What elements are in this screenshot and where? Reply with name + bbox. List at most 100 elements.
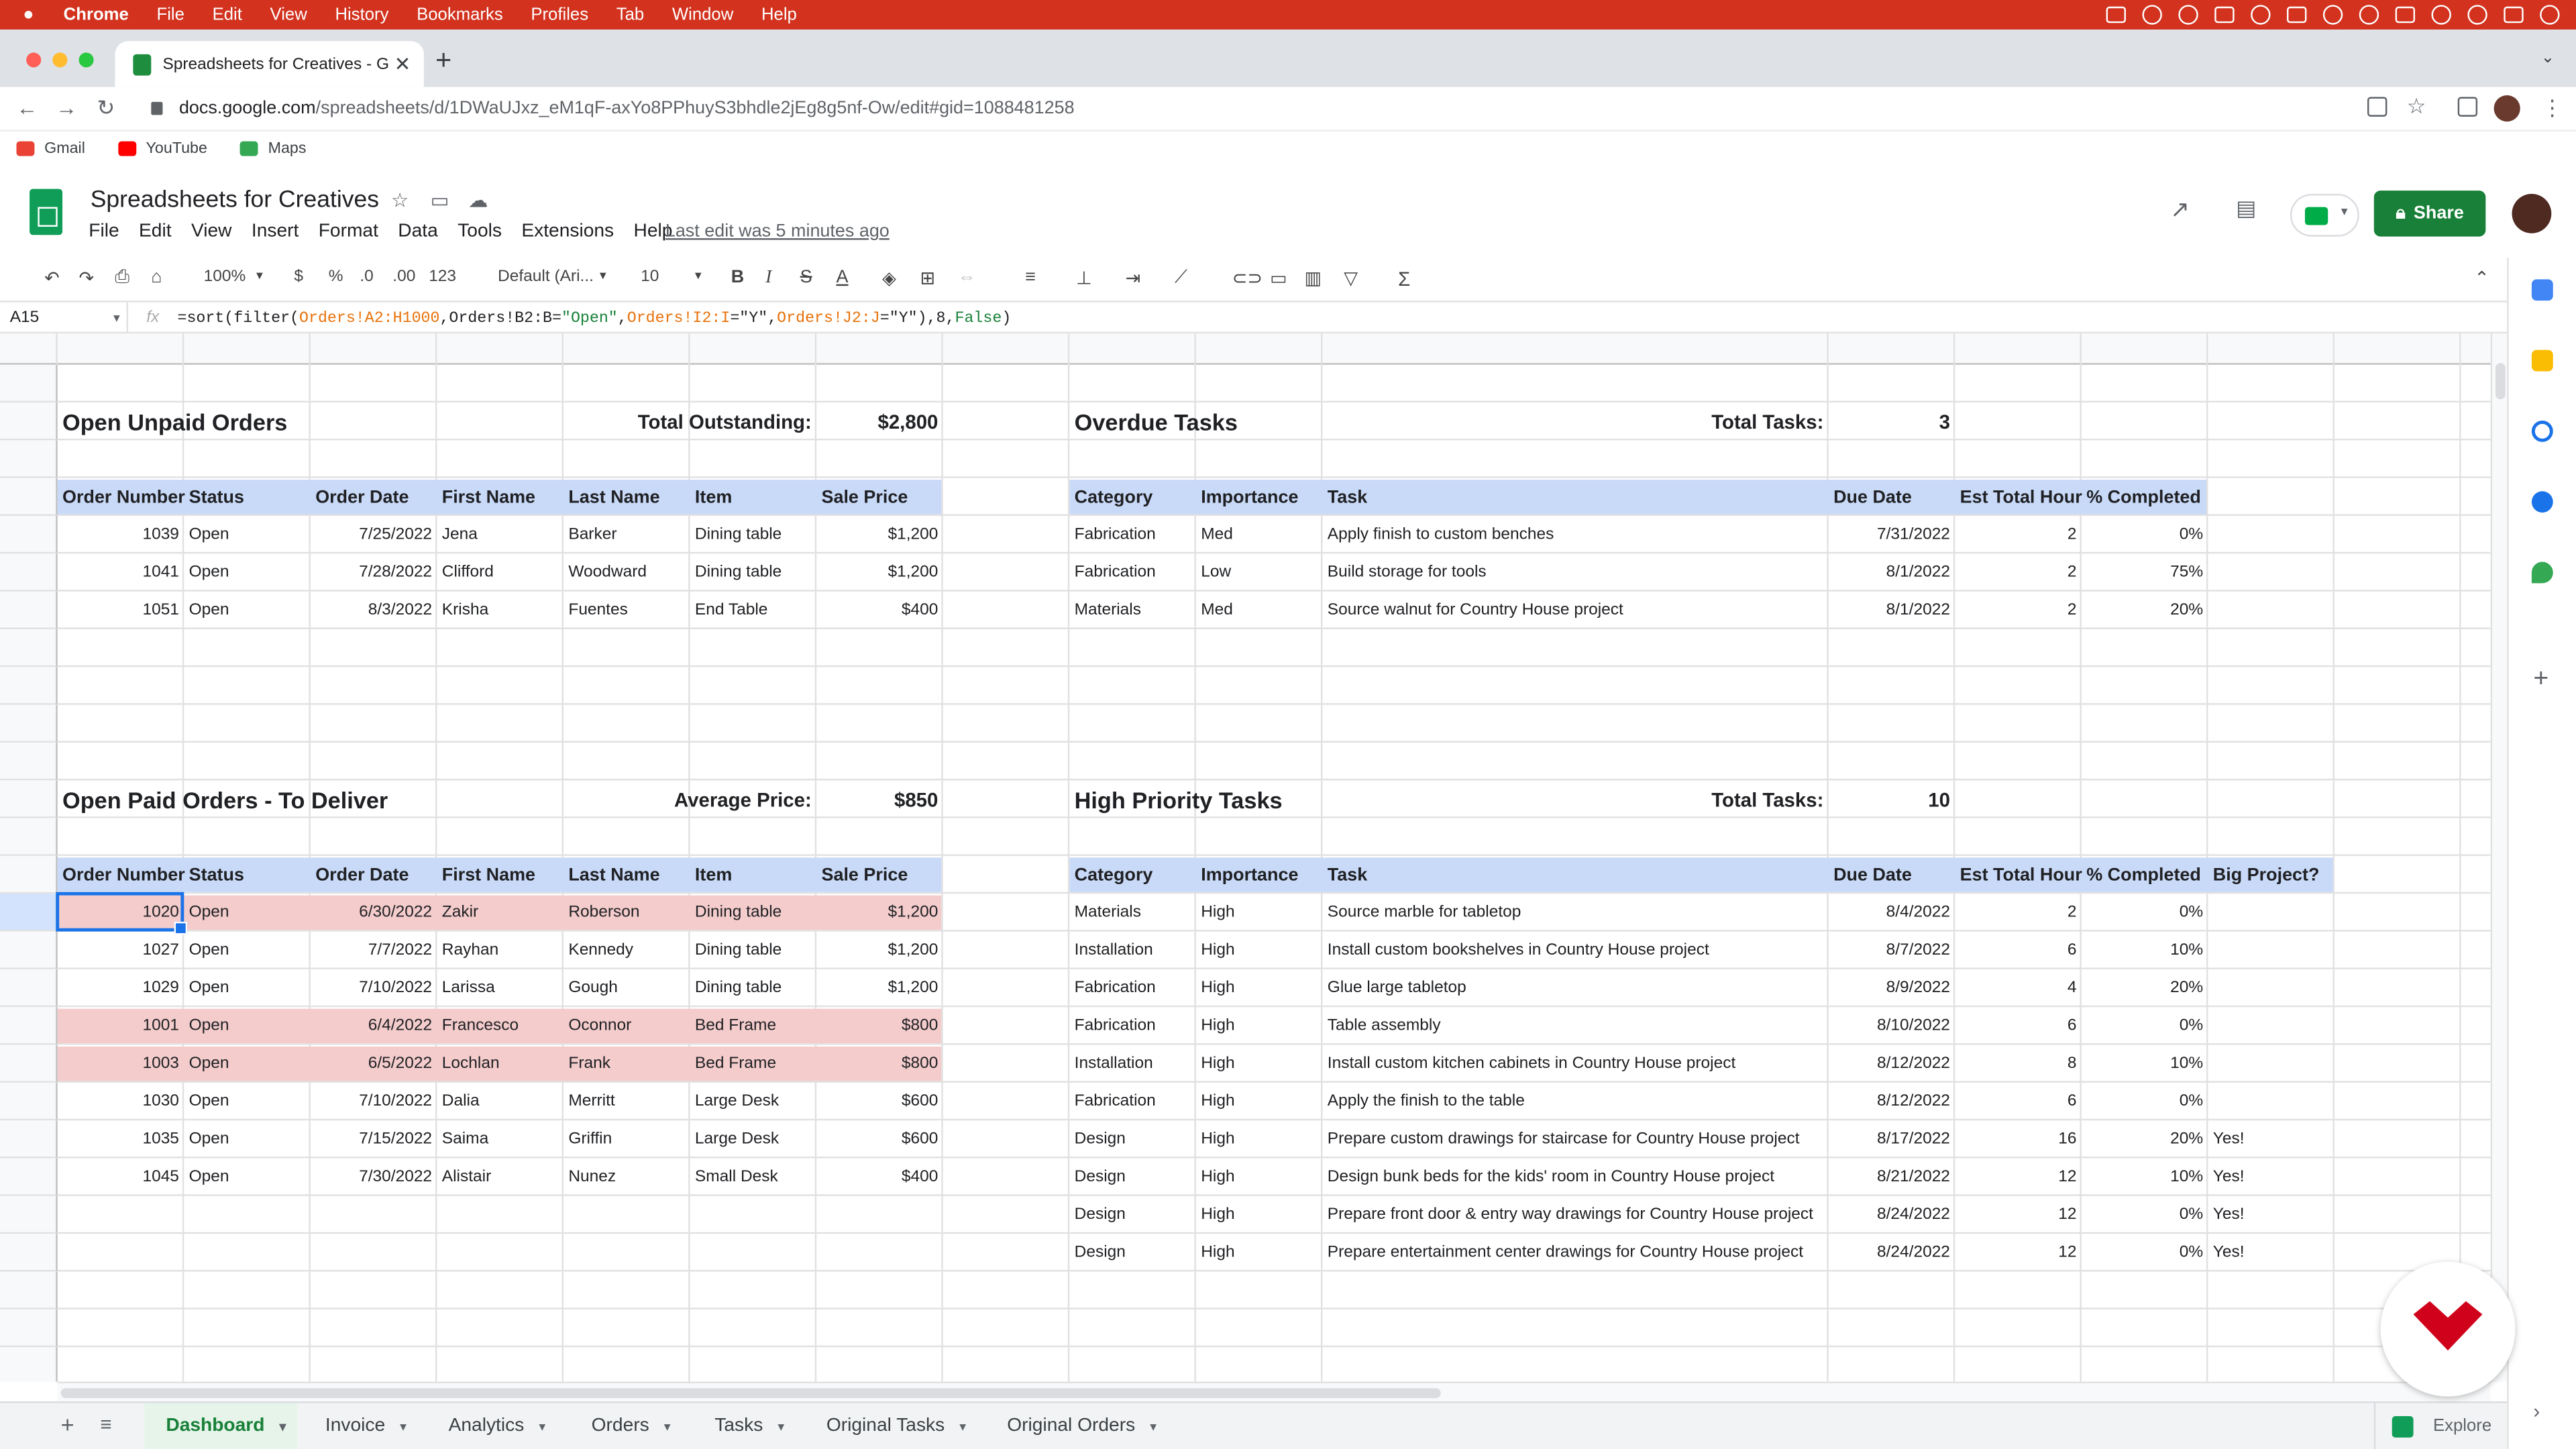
menu-format[interactable]: Format bbox=[319, 222, 378, 241]
borders-icon[interactable]: ⊞ bbox=[920, 268, 935, 289]
order-cell[interactable]: $600 bbox=[816, 1083, 943, 1120]
task-cell[interactable]: Yes! bbox=[2208, 1120, 2334, 1158]
bold-button[interactable]: B bbox=[731, 268, 744, 287]
task-cell[interactable]: Prepare front door & entry way drawings … bbox=[1322, 1196, 1828, 1234]
order-cell[interactable]: Open bbox=[184, 553, 311, 591]
column-header-e[interactable] bbox=[564, 333, 690, 365]
order-cell[interactable]: 7/10/2022 bbox=[311, 969, 437, 1007]
document-title[interactable]: Spreadsheets for Creatives bbox=[91, 187, 379, 213]
row-header-18[interactable] bbox=[0, 1007, 58, 1045]
total-outstanding-value[interactable]: $2,800 bbox=[816, 402, 943, 440]
task-cell[interactable]: 10% bbox=[2082, 1045, 2208, 1083]
row-header-19[interactable] bbox=[0, 1044, 58, 1083]
s-app-icon[interactable] bbox=[2287, 6, 2307, 23]
task-cell[interactable]: 20% bbox=[2082, 969, 2208, 1007]
order-cell[interactable]: Open bbox=[184, 969, 311, 1007]
task-cell[interactable]: Med bbox=[1196, 516, 1323, 553]
sheet-tab-original-orders[interactable]: Original Orders ▾ bbox=[985, 1403, 1179, 1449]
add-addon-icon[interactable]: + bbox=[2533, 665, 2548, 695]
column-label[interactable]: Importance bbox=[1196, 478, 1323, 516]
sheet-tab-tasks[interactable]: Tasks ▾ bbox=[693, 1403, 800, 1449]
vertical-scroll-thumb[interactable] bbox=[2496, 363, 2506, 400]
url-field[interactable]: docs.google.com/spreadsheets/d/1DWaUJxz_… bbox=[138, 91, 2438, 127]
wifi-icon[interactable] bbox=[2359, 5, 2379, 25]
order-cell[interactable]: Dining table bbox=[690, 894, 817, 931]
task-cell[interactable]: Installation bbox=[1069, 1045, 1196, 1083]
column-label[interactable]: Due Date bbox=[1829, 856, 1955, 894]
column-header-n[interactable] bbox=[1196, 333, 1323, 365]
vertical-scrollbar[interactable] bbox=[2490, 333, 2508, 1382]
column-label[interactable]: Task bbox=[1322, 856, 1828, 894]
display-icon[interactable] bbox=[2214, 6, 2235, 23]
order-cell[interactable]: Saima bbox=[437, 1120, 564, 1158]
sheets-logo-icon[interactable] bbox=[30, 189, 63, 235]
order-cell[interactable]: Jena bbox=[437, 516, 564, 553]
task-cell[interactable]: 7/31/2022 bbox=[1829, 516, 1955, 553]
order-cell[interactable]: Open bbox=[184, 1159, 311, 1196]
order-cell[interactable]: Krisha bbox=[437, 592, 564, 629]
reload-icon[interactable]: ↻ bbox=[97, 95, 115, 121]
new-tab-icon[interactable]: + bbox=[435, 44, 451, 77]
task-cell[interactable]: High bbox=[1196, 1007, 1323, 1044]
paint-format-icon[interactable]: ⌂ bbox=[151, 268, 162, 287]
task-cell[interactable] bbox=[2208, 1083, 2334, 1120]
menu-window[interactable]: Window bbox=[672, 5, 733, 24]
task-cell[interactable]: 8/10/2022 bbox=[1829, 1007, 1955, 1044]
order-cell[interactable]: End Table bbox=[690, 592, 817, 629]
apple-icon[interactable]: ● bbox=[23, 5, 34, 24]
order-cell[interactable]: Oconnor bbox=[564, 1007, 690, 1044]
order-cell[interactable]: Frank bbox=[564, 1045, 690, 1083]
order-cell[interactable]: Alistair bbox=[437, 1159, 564, 1196]
percent-format-button[interactable]: % bbox=[329, 268, 343, 286]
column-label[interactable]: Order Number bbox=[58, 856, 185, 894]
task-cell[interactable]: 8/24/2022 bbox=[1829, 1234, 1955, 1271]
text-wrapping-icon[interactable]: ⇥ bbox=[1126, 268, 1141, 289]
row-header-20[interactable] bbox=[0, 1082, 58, 1121]
redo-icon[interactable]: ↷ bbox=[79, 268, 95, 289]
column-label[interactable]: Est Total Hour bbox=[1955, 478, 2082, 516]
undo-icon[interactable]: ↶ bbox=[44, 268, 60, 289]
close-tab-icon[interactable]: ✕ bbox=[394, 52, 411, 75]
tasks-icon[interactable] bbox=[2531, 420, 2553, 442]
user-icon[interactable] bbox=[2431, 5, 2451, 25]
add-sheet-icon[interactable]: + bbox=[61, 1411, 74, 1438]
total-tasks-label[interactable]: Total Tasks: bbox=[1322, 402, 1828, 440]
task-cell[interactable]: 8/7/2022 bbox=[1829, 932, 1955, 969]
column-header-s[interactable] bbox=[2082, 333, 2208, 365]
order-cell[interactable]: 1027 bbox=[58, 932, 184, 969]
column-label[interactable]: Order Date bbox=[311, 478, 437, 516]
menu-profiles[interactable]: Profiles bbox=[531, 5, 588, 24]
italic-button[interactable]: I bbox=[765, 268, 771, 287]
increase-decimal-button[interactable]: .00 bbox=[392, 268, 415, 286]
column-label[interactable]: First Name bbox=[437, 478, 564, 516]
order-cell[interactable]: Barker bbox=[564, 516, 690, 553]
order-cell[interactable]: $600 bbox=[816, 1120, 943, 1158]
column-label[interactable]: % Completed bbox=[2082, 856, 2208, 894]
all-sheets-icon[interactable]: ≡ bbox=[100, 1413, 111, 1436]
order-cell[interactable]: $1,200 bbox=[816, 516, 943, 553]
row-header-13[interactable] bbox=[0, 818, 58, 856]
forward-icon[interactable]: → bbox=[56, 95, 77, 120]
column-label[interactable]: % Completed bbox=[2082, 478, 2208, 516]
chevron-down-icon[interactable]: ▾ bbox=[959, 1419, 966, 1434]
task-cell[interactable]: High bbox=[1196, 1083, 1323, 1120]
column-label[interactable]: Last Name bbox=[564, 478, 690, 516]
task-cell[interactable]: Prepare entertainment center drawings fo… bbox=[1322, 1234, 1828, 1271]
order-cell[interactable]: 1029 bbox=[58, 969, 184, 1007]
task-cell[interactable]: Source walnut for Country House project bbox=[1322, 592, 1828, 629]
bookmark-star-icon[interactable]: ☆ bbox=[2407, 94, 2426, 120]
insert-link-icon[interactable]: ⊂⊃ bbox=[1232, 268, 1263, 289]
vertical-align-icon[interactable]: ⊥ bbox=[1076, 268, 1091, 289]
order-cell[interactable]: Bed Frame bbox=[690, 1045, 817, 1083]
sheet-tab-dashboard[interactable]: Dashboard ▾ bbox=[144, 1403, 298, 1449]
order-cell[interactable]: Open bbox=[184, 592, 311, 629]
order-cell[interactable]: 1041 bbox=[58, 553, 184, 591]
order-cell[interactable]: Larissa bbox=[437, 969, 564, 1007]
task-cell[interactable]: Prepare custom drawings for staircase fo… bbox=[1322, 1120, 1828, 1158]
row-header-1[interactable] bbox=[0, 364, 58, 403]
menu-edit[interactable]: Edit bbox=[139, 222, 172, 241]
column-label[interactable]: Order Date bbox=[311, 856, 437, 894]
task-cell[interactable]: Fabrication bbox=[1069, 516, 1196, 553]
task-cell[interactable]: 8/12/2022 bbox=[1829, 1045, 1955, 1083]
order-cell[interactable]: Dining table bbox=[690, 969, 817, 1007]
